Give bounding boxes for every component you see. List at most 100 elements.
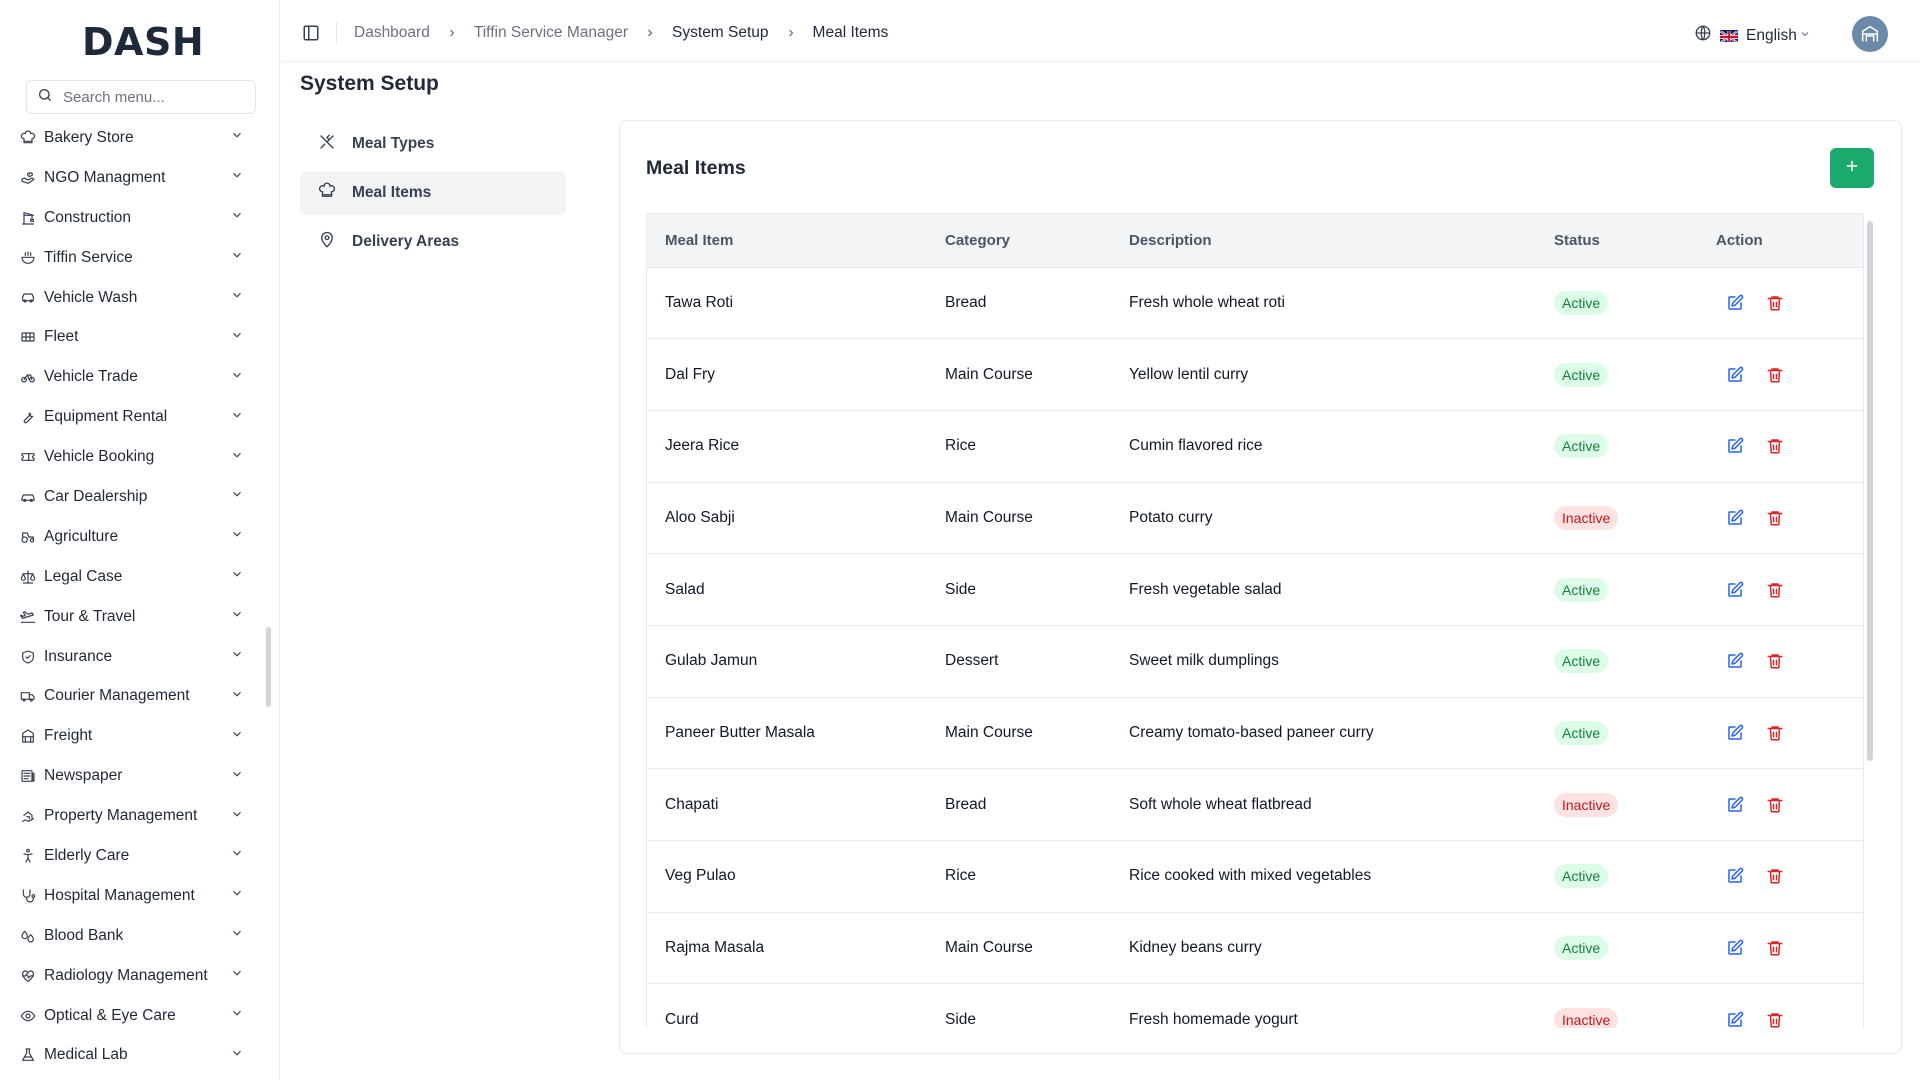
sidebar-item-tour-travel[interactable]: Tour & Travel <box>0 597 262 637</box>
setup-nav-delivery-areas[interactable]: Delivery Areas <box>300 220 566 264</box>
edit-icon[interactable] <box>1726 509 1744 527</box>
cell-meal-item: Veg Pulao <box>665 867 736 885</box>
edit-icon[interactable] <box>1726 294 1744 312</box>
setup-nav-label: Delivery Areas <box>352 233 460 250</box>
cell-status: Active <box>1536 554 1698 626</box>
sidebar-item-tiffin-service[interactable]: Tiffin Service <box>0 238 262 278</box>
cell-meal-item: Tawa Roti <box>665 293 734 311</box>
breadcrumb-tiffin-service-manager[interactable]: Tiffin Service Manager <box>474 24 628 42</box>
cell-action <box>1698 912 1863 984</box>
sidebar-item-property-management[interactable]: Property Management <box>0 796 262 836</box>
sidebar-item-radiology-management[interactable]: Radiology Management <box>0 956 262 996</box>
chevron-down-icon <box>230 328 244 347</box>
setup-nav-meal-items[interactable]: Meal Items <box>300 171 566 215</box>
edit-icon[interactable] <box>1726 1011 1744 1028</box>
delete-icon[interactable] <box>1766 294 1784 312</box>
sidebar-search <box>26 80 256 114</box>
cell-status: Inactive <box>1536 769 1698 841</box>
cell-meal-item: Curd <box>665 1010 699 1028</box>
chevron-right-icon <box>446 27 458 39</box>
delete-icon[interactable] <box>1766 867 1784 885</box>
edit-icon[interactable] <box>1726 796 1744 814</box>
sidebar-item-label: Fleet <box>44 328 79 346</box>
bowl-icon <box>20 250 36 266</box>
delete-icon[interactable] <box>1766 724 1784 742</box>
edit-icon[interactable] <box>1726 437 1744 455</box>
delete-icon[interactable] <box>1766 581 1784 599</box>
edit-icon[interactable] <box>1726 724 1744 742</box>
cell-meal-item: Gulab Jamun <box>665 652 758 670</box>
search-input[interactable] <box>63 88 243 106</box>
plane-icon <box>20 609 36 625</box>
delete-icon[interactable] <box>1766 1011 1784 1028</box>
table-scrollbar[interactable] <box>1867 221 1873 761</box>
dash-logo[interactable]: DASH <box>82 20 204 64</box>
avatar[interactable] <box>1852 16 1888 52</box>
app-root: DASH Bakery Store NGO Managment Constructi… <box>0 0 1920 1080</box>
sidebar-item-label: Legal Case <box>44 567 123 585</box>
cell-category: Rice <box>945 437 977 455</box>
sidebar-toggle-icon[interactable] <box>302 24 320 42</box>
sidebar-item-label: Equipment Rental <box>44 408 168 426</box>
sidebar-item-ngo-managment[interactable]: NGO Managment <box>0 158 262 198</box>
sidebar-item-construction[interactable]: Construction <box>0 198 262 238</box>
sidebar-item-label: Vehicle Wash <box>44 288 138 306</box>
shield-icon <box>20 649 36 665</box>
sidebar-item-label: Construction <box>44 208 132 226</box>
delete-icon[interactable] <box>1766 796 1784 814</box>
sidebar-item-agriculture[interactable]: Agriculture <box>0 517 262 557</box>
sidebar-item-newspaper[interactable]: Newspaper <box>0 756 262 796</box>
breadcrumb-system-setup[interactable]: System Setup <box>672 24 769 42</box>
sidebar-item-label: Tiffin Service <box>44 248 133 266</box>
chevron-down-icon <box>230 368 244 387</box>
sidebar-item-vehicle-booking[interactable]: Vehicle Booking <box>0 437 262 477</box>
sidebar-scrollbar[interactable] <box>266 627 271 707</box>
language-selector[interactable]: English <box>1694 24 1811 47</box>
breadcrumb-dashboard[interactable]: Dashboard <box>354 24 430 42</box>
delete-icon[interactable] <box>1766 509 1784 527</box>
status-badge: Active <box>1554 864 1609 889</box>
delete-icon[interactable] <box>1766 652 1784 670</box>
cell-description: Yellow lentil curry <box>1129 365 1249 383</box>
delete-icon[interactable] <box>1766 437 1784 455</box>
edit-icon[interactable] <box>1726 939 1744 957</box>
utensils-crossed-icon <box>318 133 336 156</box>
chevron-down-icon <box>230 966 244 985</box>
sidebar-item-optical-eye-care[interactable]: Optical & Eye Care <box>0 996 262 1036</box>
sidebar-item-vehicle-wash[interactable]: Vehicle Wash <box>0 278 262 318</box>
map-pin-icon <box>318 231 336 254</box>
sidebar-item-car-dealership[interactable]: Car Dealership <box>0 477 262 517</box>
sidebar-item-freight[interactable]: Freight <box>0 716 262 756</box>
sidebar-item-elderly-care[interactable]: Elderly Care <box>0 836 262 876</box>
sidebar-item-insurance[interactable]: Insurance <box>0 637 262 677</box>
breadcrumb-meal-items: Meal Items <box>812 24 889 41</box>
delete-icon[interactable] <box>1766 366 1784 384</box>
cell-status: Active <box>1536 841 1698 913</box>
sidebar: DASH Bakery Store NGO Managment Constructi… <box>0 0 280 1080</box>
sidebar-item-vehicle-trade[interactable]: Vehicle Trade <box>0 357 262 397</box>
chevron-down-icon <box>230 527 244 546</box>
chevron-down-icon <box>230 807 244 826</box>
sidebar-item-courier-management[interactable]: Courier Management <box>0 676 262 716</box>
sidebar-item-bakery-store[interactable]: Bakery Store <box>0 118 262 158</box>
sidebar-item-label: Optical & Eye Care <box>44 1006 176 1024</box>
sidebar-item-label: Tour & Travel <box>44 607 136 625</box>
chevron-down-icon <box>230 288 244 307</box>
sidebar-item-equipment-rental[interactable]: Equipment Rental <box>0 397 262 437</box>
sidebar-item-fleet[interactable]: Fleet <box>0 317 262 357</box>
sidebar-item-legal-case[interactable]: Legal Case <box>0 557 262 597</box>
accessibility-icon <box>20 848 36 864</box>
cell-action <box>1698 697 1863 769</box>
setup-nav-meal-types[interactable]: Meal Types <box>300 122 566 166</box>
sidebar-item-blood-bank[interactable]: Blood Bank <box>0 916 262 956</box>
sidebar-item-label: Agriculture <box>44 527 119 545</box>
add-meal-item-button[interactable] <box>1830 148 1874 188</box>
edit-icon[interactable] <box>1726 581 1744 599</box>
edit-icon[interactable] <box>1726 867 1744 885</box>
delete-icon[interactable] <box>1766 939 1784 957</box>
sidebar-item-hospital-management[interactable]: Hospital Management <box>0 876 262 916</box>
sidebar-item-medical-lab[interactable]: Medical Lab <box>0 1035 262 1075</box>
edit-icon[interactable] <box>1726 366 1744 384</box>
edit-icon[interactable] <box>1726 652 1744 670</box>
cell-meal-item: Jeera Rice <box>665 437 740 455</box>
